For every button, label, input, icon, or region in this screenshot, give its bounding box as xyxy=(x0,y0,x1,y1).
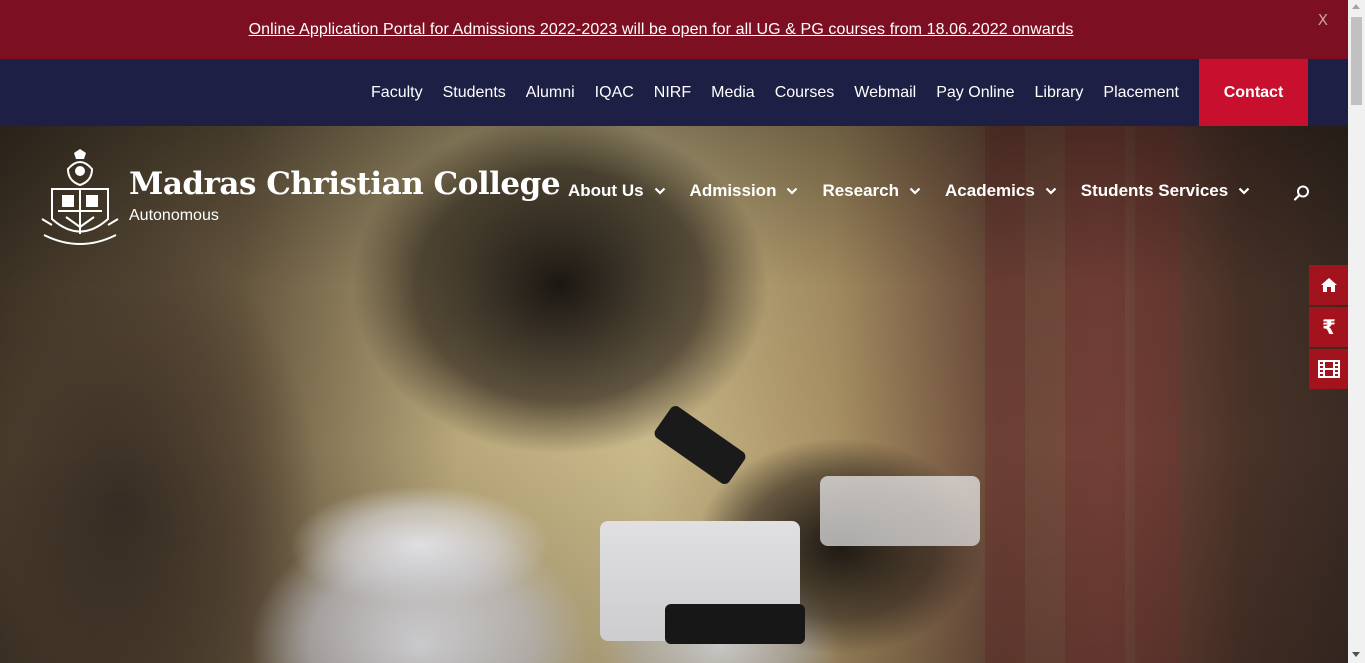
chevron-down-icon xyxy=(1045,185,1057,197)
scrollbar-thumb[interactable] xyxy=(1351,17,1362,105)
main-nav-about-us[interactable]: About Us xyxy=(568,181,666,201)
college-crest-icon xyxy=(41,149,119,245)
announcement-link[interactable]: Online Application Portal for Admissions… xyxy=(249,21,1074,39)
page-scrollbar[interactable] xyxy=(1348,0,1365,663)
top-nav-pay-online[interactable]: Pay Online xyxy=(936,84,1014,102)
top-nav-placement[interactable]: Placement xyxy=(1103,84,1179,102)
top-nav-links: Faculty Students Alumni IQAC NIRF Media … xyxy=(361,84,1189,102)
main-nav-academics[interactable]: Academics xyxy=(945,181,1057,201)
top-nav-courses[interactable]: Courses xyxy=(775,84,835,102)
main-nav-admission[interactable]: Admission xyxy=(690,181,799,201)
top-nav-students[interactable]: Students xyxy=(443,84,506,102)
contact-button[interactable]: Contact xyxy=(1199,59,1308,126)
top-nav-media[interactable]: Media xyxy=(711,84,755,102)
top-nav-faculty[interactable]: Faculty xyxy=(371,84,423,102)
main-nav-label: Admission xyxy=(689,181,777,200)
rupee-icon: ₹ xyxy=(1322,315,1336,339)
scroll-up-arrow-icon[interactable] xyxy=(1352,4,1360,9)
chevron-down-icon xyxy=(1238,185,1250,197)
top-nav-alumni[interactable]: Alumni xyxy=(526,84,575,102)
main-nav-label: Research xyxy=(822,181,900,200)
quick-links: ₹ xyxy=(1309,265,1349,391)
search-icon xyxy=(1293,185,1309,201)
top-nav-webmail[interactable]: Webmail xyxy=(854,84,916,102)
quick-pay-button[interactable]: ₹ xyxy=(1309,307,1349,347)
top-nav-iqac[interactable]: IQAC xyxy=(595,84,634,102)
main-nav-label: Academics xyxy=(945,181,1035,200)
quick-home-button[interactable] xyxy=(1309,265,1349,305)
top-nav-library[interactable]: Library xyxy=(1035,84,1084,102)
main-nav-label: Students Services xyxy=(1080,181,1229,200)
chevron-down-icon xyxy=(909,185,921,197)
scroll-down-arrow-icon[interactable] xyxy=(1352,652,1360,657)
chevron-down-icon xyxy=(786,185,798,197)
main-nav-students-services[interactable]: Students Services xyxy=(1081,181,1250,201)
announcement-bar: Online Application Portal for Admissions… xyxy=(0,0,1348,59)
chevron-down-icon xyxy=(654,185,666,197)
main-nav: About Us Admission Research Academics St… xyxy=(568,181,1274,201)
close-announcement-button[interactable]: X xyxy=(1318,11,1328,29)
main-nav-research[interactable]: Research xyxy=(822,181,921,201)
top-nav: Faculty Students Alumni IQAC NIRF Media … xyxy=(0,59,1348,126)
film-icon xyxy=(1318,360,1340,378)
quick-media-button[interactable] xyxy=(1309,349,1349,389)
college-logo[interactable] xyxy=(38,149,122,251)
top-nav-nirf[interactable]: NIRF xyxy=(654,84,691,102)
home-icon xyxy=(1321,278,1337,292)
main-nav-label: About Us xyxy=(568,181,644,200)
college-name[interactable]: Madras Christian College xyxy=(129,166,561,202)
college-subtitle: Autonomous xyxy=(129,207,219,224)
search-button[interactable] xyxy=(1293,184,1311,202)
